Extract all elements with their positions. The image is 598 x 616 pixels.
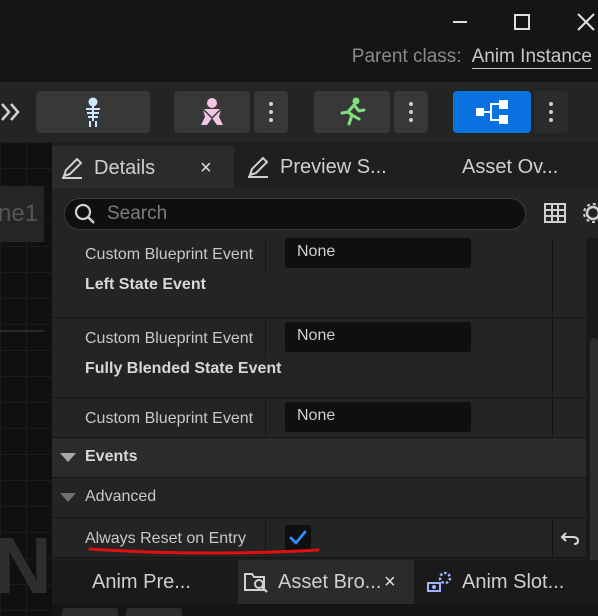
asset-browser-icon bbox=[244, 573, 268, 593]
parent-class-label: Parent class: bbox=[351, 46, 462, 67]
tab-anim-slot-manager[interactable]: Anim Slot... bbox=[426, 560, 598, 604]
more-options-icon bbox=[409, 102, 413, 122]
reset-column-divider bbox=[552, 238, 553, 438]
category-events[interactable]: Events bbox=[52, 438, 586, 478]
search-box[interactable] bbox=[64, 198, 526, 230]
table-icon bbox=[544, 203, 566, 223]
parent-class-link[interactable]: Anim Instance bbox=[471, 46, 592, 69]
double-chevron-right-icon bbox=[1, 103, 20, 121]
tab-anim-slot-label: Anim Slot... bbox=[462, 570, 565, 593]
event-combo[interactable]: None bbox=[285, 402, 471, 432]
search-row bbox=[52, 188, 598, 238]
property-list: Custom Blueprint Event None Left State E… bbox=[52, 238, 598, 568]
expand-arrow-icon bbox=[60, 453, 76, 462]
property-row: Custom Blueprint Event None Left State E… bbox=[52, 238, 586, 318]
mesh-options-button[interactable] bbox=[254, 91, 288, 133]
more-options-icon bbox=[269, 102, 273, 122]
graph-divider bbox=[0, 330, 44, 332]
always-reset-checkbox[interactable] bbox=[285, 525, 311, 551]
graph-tab[interactable]: ne1 bbox=[0, 186, 44, 242]
minimize-icon bbox=[453, 21, 467, 23]
tab-details[interactable]: Details × bbox=[52, 146, 234, 188]
animation-mode-button[interactable] bbox=[314, 91, 390, 133]
pencil-icon bbox=[248, 156, 269, 178]
toolbar-stub bbox=[62, 608, 118, 616]
category-label: Advanced bbox=[85, 488, 157, 505]
event-combo[interactable]: None bbox=[285, 322, 471, 352]
pencil-icon bbox=[62, 157, 83, 179]
property-row: Custom Blueprint Event None Fully Blende… bbox=[52, 318, 586, 398]
reset-column-divider bbox=[552, 518, 553, 558]
column-divider bbox=[265, 518, 266, 558]
details-tab-bar: Details × Preview S... Asset Ov... bbox=[52, 146, 598, 188]
category-label: Events bbox=[85, 448, 138, 465]
toolbar bbox=[0, 82, 598, 142]
property-label: Custom Blueprint Event bbox=[85, 410, 254, 427]
event-group-label: Fully Blended State Event bbox=[85, 360, 282, 377]
property-label: Custom Blueprint Event bbox=[85, 246, 254, 263]
gear-icon bbox=[583, 203, 598, 223]
title-bar: Parent class: Anim Instance bbox=[0, 0, 598, 82]
tab-asset-browser-label: Asset Bro... bbox=[278, 570, 382, 593]
property-row-always-reset: Always Reset on Entry bbox=[52, 518, 586, 558]
overflow-chevrons[interactable] bbox=[0, 100, 22, 129]
minimize-button[interactable] bbox=[446, 8, 474, 36]
column-divider bbox=[265, 398, 266, 438]
toolbar-stub bbox=[126, 608, 182, 616]
property-label: Custom Blueprint Event bbox=[85, 330, 254, 347]
mesh-mode-button[interactable] bbox=[174, 91, 250, 133]
column-divider bbox=[265, 238, 266, 274]
blueprint-options-button[interactable] bbox=[534, 91, 568, 133]
tab-asset-overrides-label: Asset Ov... bbox=[462, 155, 559, 178]
bottom-tab-bar: Anim Pre... Asset Bro... × Anim Slot... bbox=[52, 560, 598, 604]
mesh-icon bbox=[201, 98, 223, 125]
search-input[interactable] bbox=[107, 203, 487, 225]
animation-icon bbox=[340, 97, 366, 126]
close-tab-icon[interactable]: × bbox=[384, 571, 396, 594]
graph-watermark: N bbox=[0, 521, 52, 610]
table-view-button[interactable] bbox=[544, 203, 566, 228]
graph-tab-label: ne1 bbox=[0, 200, 39, 227]
reset-to-default-button[interactable] bbox=[554, 518, 586, 558]
tab-anim-preview-label: Anim Pre... bbox=[92, 570, 191, 593]
close-icon bbox=[577, 13, 595, 31]
skeleton-mode-button[interactable] bbox=[36, 91, 150, 133]
tab-preview-settings[interactable]: Preview S... bbox=[242, 146, 442, 188]
skeleton-icon bbox=[86, 97, 100, 127]
expand-arrow-icon bbox=[60, 493, 76, 502]
tab-asset-overrides[interactable]: Asset Ov... bbox=[462, 146, 598, 188]
close-tab-icon[interactable]: × bbox=[200, 157, 212, 180]
close-window-button[interactable] bbox=[572, 8, 598, 36]
undo-arrow-icon bbox=[560, 532, 580, 545]
category-advanced[interactable]: Advanced bbox=[52, 478, 586, 518]
maximize-icon bbox=[514, 14, 530, 30]
maximize-button[interactable] bbox=[508, 8, 536, 36]
search-icon bbox=[74, 203, 95, 224]
event-combo[interactable]: None bbox=[285, 238, 471, 268]
more-options-icon bbox=[549, 102, 553, 122]
blueprint-graph-icon bbox=[476, 100, 508, 124]
tab-details-label: Details bbox=[94, 156, 156, 179]
tab-anim-preview[interactable]: Anim Pre... bbox=[92, 560, 232, 604]
anim-slot-icon bbox=[427, 571, 452, 592]
checkmark-icon bbox=[289, 530, 307, 545]
animation-options-button[interactable] bbox=[394, 91, 428, 133]
property-row: Custom Blueprint Event None bbox=[52, 398, 586, 438]
event-group-label: Left State Event bbox=[85, 276, 206, 293]
scrollbar-thumb[interactable] bbox=[590, 338, 598, 568]
tab-preview-settings-label: Preview S... bbox=[280, 155, 387, 178]
tab-asset-browser[interactable]: Asset Bro... × bbox=[238, 560, 414, 604]
column-divider bbox=[265, 318, 266, 358]
blueprint-mode-button[interactable] bbox=[453, 91, 531, 133]
parent-class: Parent class: Anim Instance bbox=[352, 46, 592, 69]
details-panel: Details × Preview S... Asset Ov... Searc… bbox=[52, 142, 598, 616]
property-label: Always Reset on Entry bbox=[85, 530, 246, 547]
settings-button[interactable] bbox=[582, 202, 598, 229]
